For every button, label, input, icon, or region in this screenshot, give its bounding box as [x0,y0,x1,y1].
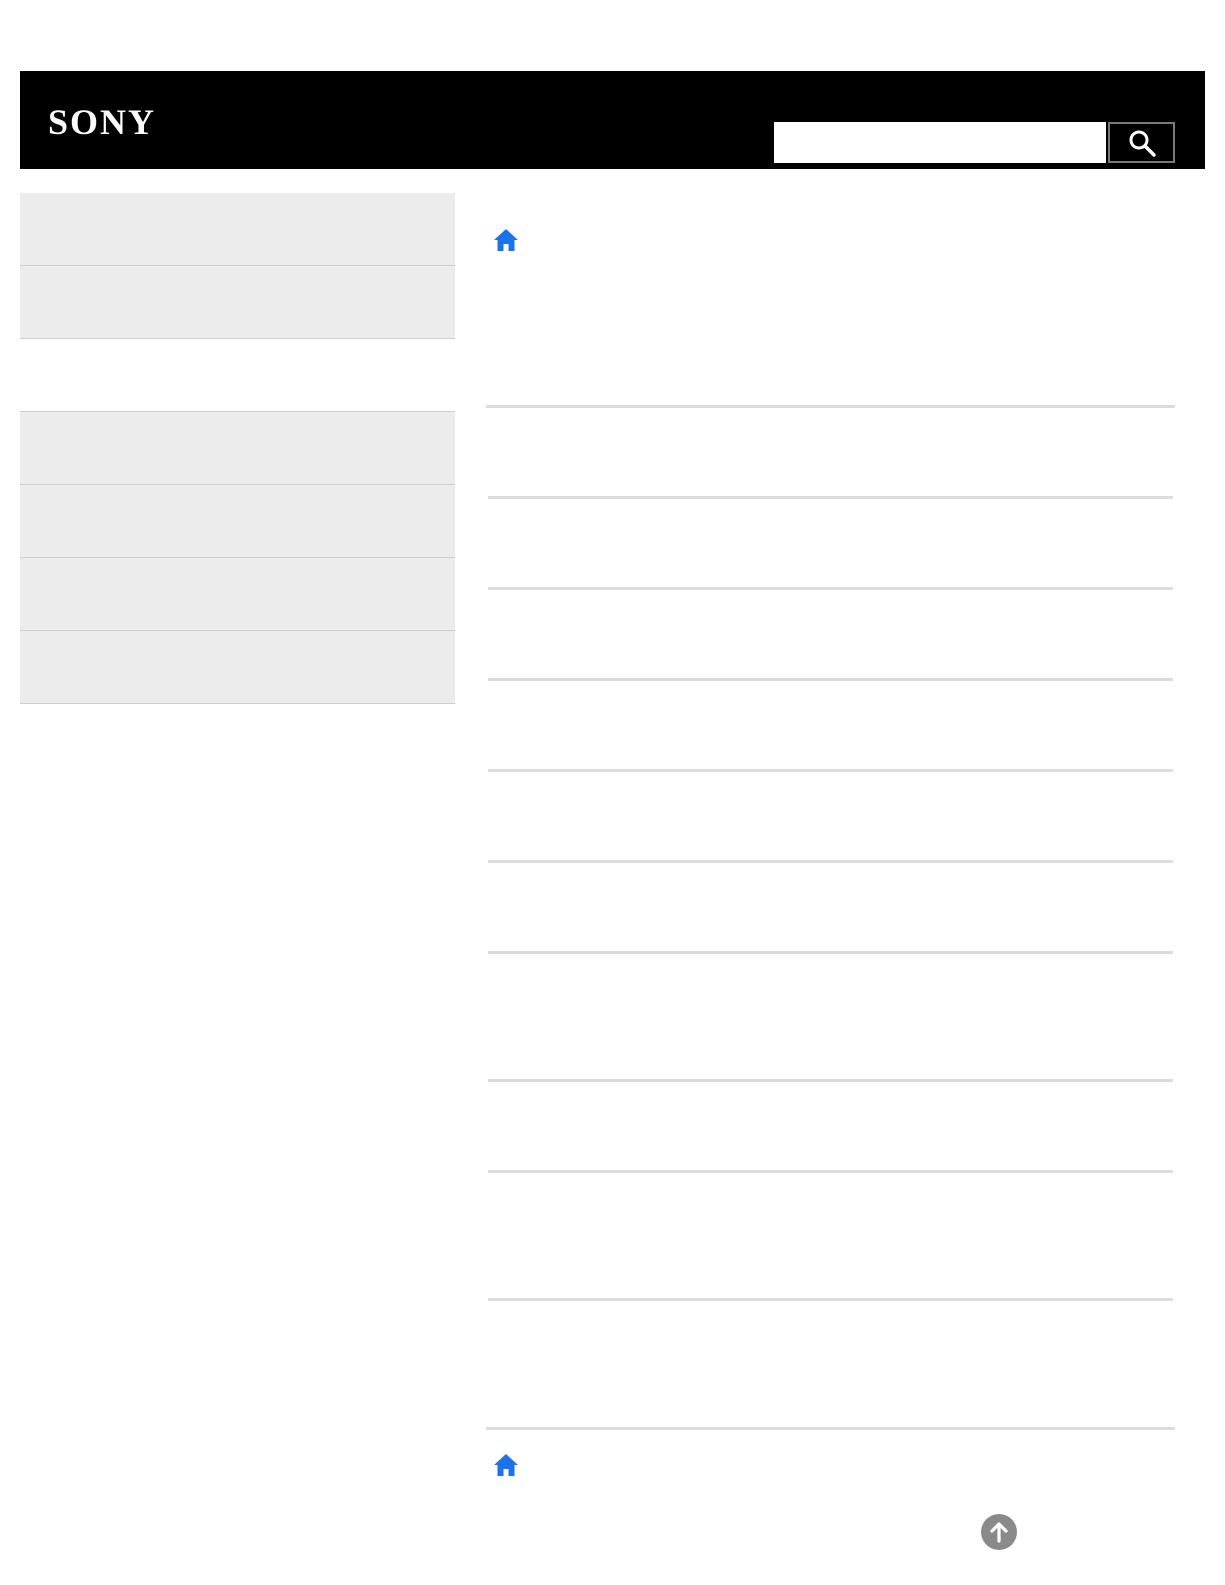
list-divider [488,860,1173,863]
home-icon [494,229,518,251]
search-input[interactable] [774,122,1106,163]
list-divider [488,769,1173,772]
list-divider [488,1079,1173,1082]
arrow-up-circle-icon [990,1522,1008,1543]
search-bar [774,122,1193,163]
list-divider [488,1170,1173,1173]
list-divider [488,951,1173,954]
search-button[interactable] [1108,122,1175,163]
list-divider [488,678,1173,681]
sidebar-item-6[interactable] [20,558,455,631]
list-divider [488,496,1173,499]
section-divider [486,1427,1175,1430]
sidebar-item-7[interactable] [20,631,455,704]
back-to-top-button[interactable] [981,1514,1017,1550]
list-divider [488,1298,1173,1301]
home-icon [494,1454,518,1476]
sidebar-item-2[interactable] [20,266,455,339]
search-icon [1129,130,1156,157]
sidebar-item-5[interactable] [20,485,455,558]
list-divider [488,587,1173,590]
home-link[interactable] [491,225,521,255]
section-divider [486,405,1175,408]
site-header: SONY [20,71,1205,169]
sidebar-nav [20,193,455,704]
sony-logo[interactable]: SONY [48,101,156,143]
home-link-bottom[interactable] [491,1450,521,1480]
sidebar-item-4[interactable] [20,412,455,485]
sidebar-item-1[interactable] [20,193,455,266]
sidebar-item-3[interactable] [20,339,455,412]
